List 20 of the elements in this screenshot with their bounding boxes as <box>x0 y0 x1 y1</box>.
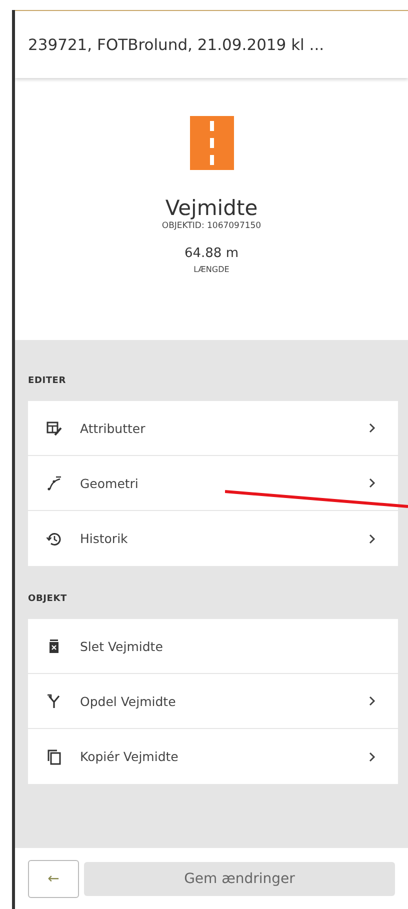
menu-item[interactable]: Historik <box>28 511 398 566</box>
section-title: EDITER <box>28 376 67 386</box>
menu-item[interactable]: Slet Vejmidte <box>28 619 398 674</box>
header-title: 239721, FOTBrolund, 21.09.2019 kl ... <box>28 36 324 54</box>
table-edit-icon <box>46 420 62 436</box>
copy-icon <box>46 748 62 764</box>
curve-node-icon <box>46 475 62 491</box>
object-id: OBJEKTID: 1067097150 <box>162 221 262 231</box>
menu-item[interactable]: Geometri <box>28 456 398 511</box>
back-button[interactable]: ← <box>28 860 79 898</box>
menu-item[interactable]: Opdel Vejmidte <box>28 674 398 729</box>
history-icon <box>46 530 62 546</box>
road-icon <box>190 116 234 170</box>
split-icon <box>46 693 62 709</box>
object-name: Vejmidte <box>165 196 258 220</box>
section-title: OBJEKT <box>28 594 68 604</box>
length-label: LÆNGDE <box>194 265 230 274</box>
menu-item[interactable]: Kopiér Vejmidte <box>28 729 398 784</box>
menu-item[interactable]: Attributter <box>28 401 398 456</box>
object-length: 64.88 m <box>184 246 238 261</box>
